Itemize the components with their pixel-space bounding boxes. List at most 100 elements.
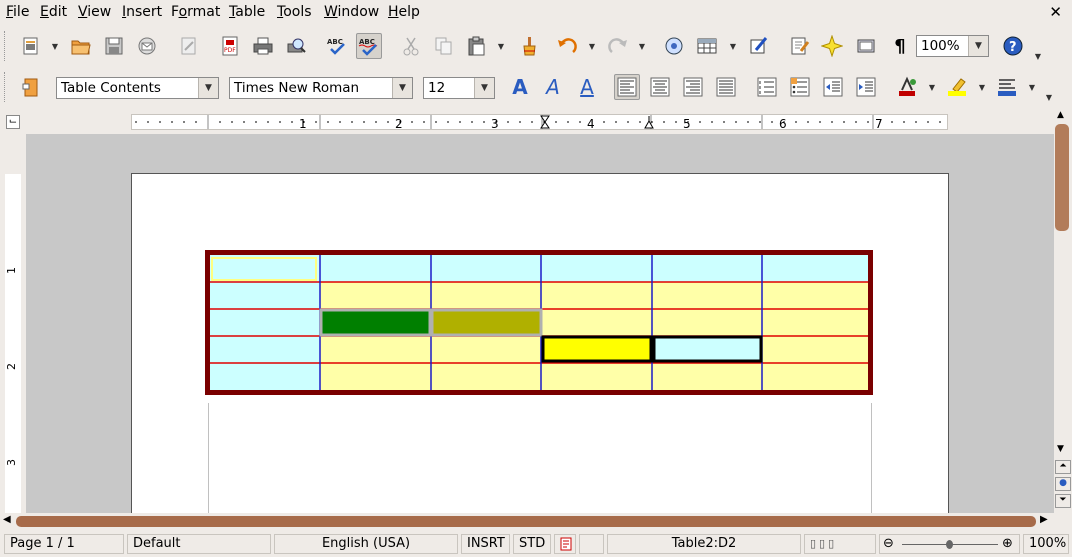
zoom-select[interactable]: 100% ▼	[916, 35, 989, 57]
view-layout-buttons[interactable]: ▯▯▯	[804, 534, 876, 554]
toolbar-grip[interactable]	[4, 72, 10, 102]
redo-dropdown-icon[interactable]: ▼	[637, 33, 647, 59]
zoom-slider-thumb[interactable]	[946, 540, 953, 549]
italic-icon[interactable]: A	[540, 74, 566, 100]
spellcheck-icon[interactable]: ABC	[324, 33, 350, 59]
font-size-select[interactable]: 12 ▼	[423, 77, 495, 99]
toolbar-grip[interactable]	[4, 31, 10, 61]
highlighting-icon[interactable]	[944, 74, 970, 100]
font-color-icon[interactable]	[894, 74, 920, 100]
insert-mode[interactable]: INSRT	[461, 534, 510, 554]
document-page[interactable]	[131, 173, 949, 514]
export-pdf-icon[interactable]: PDF	[217, 33, 243, 59]
ruler-number: 4	[587, 117, 595, 131]
increase-indent-icon[interactable]	[853, 74, 879, 100]
previous-page-icon[interactable]: ⏶	[1055, 460, 1071, 474]
cut-icon[interactable]	[398, 33, 424, 59]
table-dropdown-icon[interactable]: ▼	[728, 33, 738, 59]
undo-icon[interactable]	[554, 33, 580, 59]
print-icon[interactable]	[250, 33, 276, 59]
styles-formatting-icon[interactable]	[18, 74, 44, 100]
paste-dropdown-icon[interactable]: ▼	[496, 33, 506, 59]
page-style[interactable]: Default	[127, 534, 271, 554]
menu-tools[interactable]: Tools	[277, 4, 312, 20]
toolbar-overflow-icon[interactable]: ▼	[1033, 43, 1043, 69]
find-replace-icon[interactable]	[787, 33, 813, 59]
navigator-icon[interactable]	[661, 33, 687, 59]
help-icon[interactable]: ?	[1000, 33, 1026, 59]
zoom-percent[interactable]: 100%	[1023, 534, 1069, 554]
bullets-icon[interactable]	[787, 74, 813, 100]
scroll-left-icon[interactable]: ◀	[3, 514, 11, 525]
nonprinting-characters-icon[interactable]: ¶	[887, 33, 913, 59]
data-sources-icon[interactable]	[853, 33, 879, 59]
numbering-icon[interactable]	[754, 74, 780, 100]
horizontal-scroll-thumb[interactable]	[16, 516, 1036, 527]
table-icon[interactable]	[694, 33, 720, 59]
highlighting-dropdown-icon[interactable]: ▼	[977, 74, 987, 100]
edit-file-icon[interactable]	[176, 33, 202, 59]
view-layout-icon[interactable]: ▯▯▯	[810, 537, 837, 550]
gallery-icon[interactable]	[819, 33, 845, 59]
toolbar-overflow-icon[interactable]: ▼	[1044, 84, 1054, 110]
align-left-icon[interactable]	[614, 74, 640, 100]
decrease-indent-icon[interactable]	[820, 74, 846, 100]
vertical-scrollbar[interactable]: ▲ ▼ ⏶ ● ⏷	[1054, 110, 1072, 514]
menu-help[interactable]: Help	[388, 4, 420, 20]
menu-window[interactable]: Window	[324, 4, 379, 20]
show-draw-functions-icon[interactable]	[746, 33, 772, 59]
page-indicator[interactable]: Page 1 / 1	[4, 534, 124, 554]
document-table[interactable]	[205, 250, 873, 395]
justify-icon[interactable]	[713, 74, 739, 100]
language-indicator[interactable]: English (USA)	[274, 534, 458, 554]
status-bar: Page 1 / 1 Default English (USA) INSRT S…	[0, 533, 1072, 555]
margin-guide	[208, 403, 209, 514]
vertical-ruler[interactable]: 1 2 3	[5, 174, 21, 514]
copy-icon[interactable]	[431, 33, 457, 59]
menu-table[interactable]: Table	[229, 4, 265, 20]
new-icon[interactable]	[18, 33, 44, 59]
format-paintbrush-icon[interactable]	[516, 33, 542, 59]
bold-icon[interactable]: A	[507, 74, 533, 100]
background-color-dropdown-icon[interactable]: ▼	[1027, 74, 1037, 100]
selection-mode[interactable]: STD	[513, 534, 551, 554]
next-page-icon[interactable]: ⏷	[1055, 494, 1071, 508]
redo-icon[interactable]	[605, 33, 631, 59]
horizontal-ruler: ⌙ 1 2 3 4 5 6 7	[0, 110, 1072, 134]
menu-insert[interactable]: Insert	[122, 4, 162, 20]
zoom-slider[interactable]: ⊖ ⊕	[879, 534, 1020, 554]
font-color-dropdown-icon[interactable]: ▼	[927, 74, 937, 100]
paste-icon[interactable]	[464, 33, 490, 59]
menu-file[interactable]: File	[6, 4, 29, 20]
undo-dropdown-icon[interactable]: ▼	[587, 33, 597, 59]
scroll-up-icon[interactable]: ▲	[1057, 110, 1064, 120]
font-name-select[interactable]: Times New Roman ▼	[229, 77, 413, 99]
email-icon[interactable]	[134, 33, 160, 59]
zoom-in-icon[interactable]: ⊕	[1002, 535, 1013, 553]
print-preview-icon[interactable]	[283, 33, 309, 59]
ruler-strip[interactable]: 1 2 3 4 5 6 7	[131, 114, 948, 131]
cell-reference[interactable]: Table2:D2	[607, 534, 801, 554]
zoom-out-icon[interactable]: ⊖	[883, 535, 894, 553]
align-right-icon[interactable]	[680, 74, 706, 100]
align-center-icon[interactable]	[647, 74, 673, 100]
menu-edit[interactable]: Edit	[40, 4, 67, 20]
save-icon[interactable]	[101, 33, 127, 59]
paragraph-style-select[interactable]: Table Contents ▼	[56, 77, 219, 99]
horizontal-scrollbar[interactable]: ◀ ▶	[0, 513, 1054, 530]
autospellcheck-icon[interactable]: ABC	[356, 33, 382, 59]
tab-stop-type-button[interactable]: ⌙	[6, 115, 20, 129]
document-workspace[interactable]	[26, 134, 1054, 514]
open-icon[interactable]	[68, 33, 94, 59]
vertical-scroll-thumb[interactable]	[1055, 124, 1069, 231]
close-document-icon[interactable]: ✕	[1049, 3, 1062, 21]
background-color-icon[interactable]	[994, 74, 1020, 100]
menu-view[interactable]: View	[78, 4, 111, 20]
navigation-icon[interactable]: ●	[1055, 477, 1071, 491]
underline-icon[interactable]: A	[574, 74, 600, 100]
scroll-down-icon[interactable]: ▼	[1057, 444, 1064, 454]
scroll-right-icon[interactable]: ▶	[1040, 514, 1048, 525]
digital-signature-field[interactable]	[579, 534, 604, 554]
menu-format[interactable]: Format	[171, 4, 220, 20]
new-dropdown-icon[interactable]: ▼	[50, 33, 60, 59]
